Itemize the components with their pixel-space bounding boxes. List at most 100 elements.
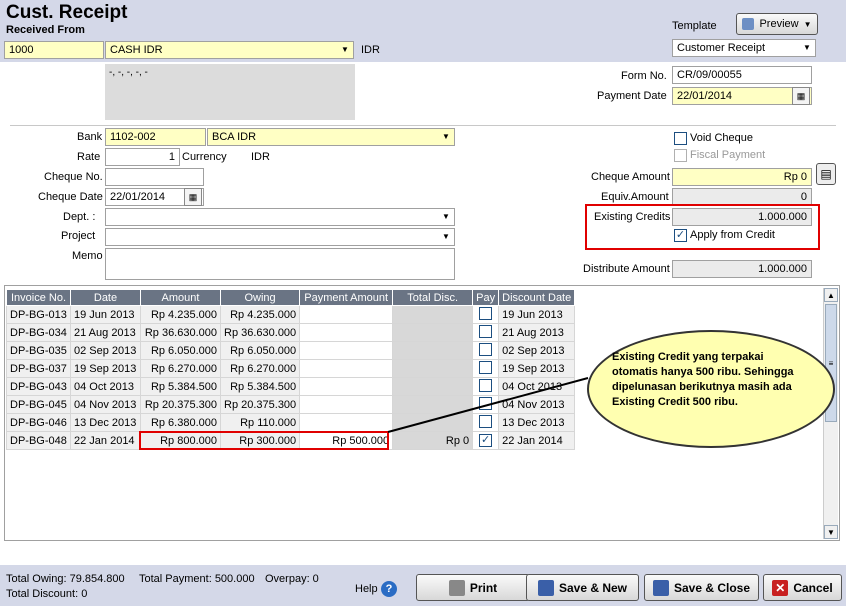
col-discount-date[interactable]: Discount Date	[498, 289, 576, 306]
col-pay[interactable]: Pay	[472, 289, 500, 306]
form-no-label: Form No.	[621, 70, 667, 82]
page-title: Cust. Receipt	[6, 2, 128, 23]
help-label: Help	[355, 583, 378, 595]
scroll-up-icon[interactable]: ▲	[824, 288, 838, 302]
payment-amount-cell[interactable]	[299, 413, 394, 432]
pay-checkbox[interactable]	[479, 306, 493, 320]
table-row[interactable]: DP-BG-035 02 Sep 2013 Rp 6.050.000 Rp 6.050…	[6, 341, 576, 360]
total-disc-cell	[392, 305, 474, 324]
table-row[interactable]: DP-BG-034 21 Aug 2013 Rp 36.630.000 Rp 36.6…	[6, 323, 576, 342]
invoice-no-cell: DP-BG-045	[6, 395, 71, 414]
col-invoice-no[interactable]: Invoice No.	[6, 289, 71, 306]
save-icon	[537, 579, 554, 596]
save-new-button[interactable]: Save & New	[526, 574, 639, 601]
date-cell: 19 Sep 2013	[70, 359, 141, 378]
memo-field[interactable]	[105, 248, 455, 280]
form-no-field[interactable]: CR/09/00055	[672, 66, 812, 84]
callout-pointer	[387, 377, 589, 433]
owing-cell: Rp 6.270.000	[219, 359, 301, 378]
dept-select[interactable]: ▼	[105, 208, 455, 226]
invoice-no-cell: DP-BG-035	[6, 341, 71, 360]
date-cell: 19 Jun 2013	[70, 305, 141, 324]
template-label: Template	[672, 20, 717, 32]
row-highlight	[139, 431, 389, 450]
rate-field[interactable]: 1	[105, 148, 180, 166]
payment-amount-cell[interactable]	[299, 341, 394, 360]
existing-credits-field: 1.000.000	[672, 208, 812, 226]
chevron-down-icon: ▼	[803, 43, 811, 52]
save-close-button[interactable]: Save & Close	[644, 574, 759, 601]
table-row[interactable]: DP-BG-013 19 Jun 2013 Rp 4.235.000 Rp 4.235…	[6, 305, 576, 324]
payment-date-field[interactable]: 22/01/2014	[672, 87, 812, 105]
col-amount[interactable]: Amount	[140, 289, 221, 306]
void-cheque-checkbox[interactable]	[674, 132, 687, 145]
customer-name-value: CASH IDR	[110, 44, 163, 56]
pay-checkbox[interactable]	[479, 324, 493, 338]
payment-amount-cell[interactable]	[299, 359, 394, 378]
owing-cell: Rp 20.375.300	[219, 395, 301, 414]
help-icon[interactable]: ?	[381, 581, 397, 597]
col-total-disc[interactable]: Total Disc.	[392, 289, 474, 306]
fiscal-payment-checkbox[interactable]	[674, 149, 687, 162]
invoice-no-cell: DP-BG-048	[6, 431, 71, 450]
invoice-no-cell: DP-BG-043	[6, 377, 71, 396]
fiscal-payment-label: Fiscal Payment	[690, 149, 766, 161]
payment-amount-cell[interactable]	[299, 377, 394, 396]
payment-amount-cell[interactable]	[299, 323, 394, 342]
customer-name-select[interactable]: CASH IDR ▼	[105, 41, 354, 59]
print-label: Print	[469, 580, 498, 595]
print-button[interactable]: Print	[416, 574, 530, 601]
project-select[interactable]: ▼	[105, 228, 455, 246]
invoice-no-cell: DP-BG-046	[6, 413, 71, 432]
bank-name-value: BCA IDR	[212, 131, 257, 143]
grid-scrollbar[interactable]: ▲ ≡ ▼	[823, 288, 838, 539]
pay-checkbox-cell[interactable]	[472, 341, 500, 360]
customer-currency: IDR	[361, 44, 380, 56]
amount-cell: Rp 6.380.000	[140, 413, 221, 432]
chevron-down-icon: ▼	[442, 232, 450, 241]
preview-label: Preview	[759, 18, 799, 30]
col-payment-amount[interactable]: Payment Amount	[299, 289, 394, 306]
scroll-down-icon[interactable]: ▼	[824, 525, 838, 539]
payment-amount-cell[interactable]	[299, 395, 394, 414]
rate-label: Rate	[77, 151, 101, 163]
template-select[interactable]: Customer Receipt ▼	[672, 39, 816, 57]
save-close-label: Save & Close	[673, 580, 751, 595]
date-cell: 04 Nov 2013	[70, 395, 141, 414]
pay-checkbox-cell[interactable]	[472, 305, 500, 324]
address-text: -, -, -, -, -	[109, 67, 148, 78]
col-date[interactable]: Date	[70, 289, 141, 306]
chevron-down-icon: ▼	[442, 212, 450, 221]
col-owing[interactable]: Owing	[219, 289, 301, 306]
total-payment: Total Payment: 500.000	[139, 573, 255, 585]
chevron-down-icon: ▼	[803, 19, 812, 29]
pay-checkbox[interactable]	[479, 342, 493, 356]
amount-cell: Rp 36.630.000	[140, 323, 221, 342]
date-cell: 04 Oct 2013	[70, 377, 141, 396]
save-icon	[652, 579, 669, 596]
pay-checkbox-cell[interactable]	[472, 323, 500, 342]
bank-label: Bank	[77, 131, 103, 143]
owing-cell: Rp 110.000	[219, 413, 301, 432]
cheque-amount-field[interactable]: Rp 0	[672, 168, 812, 186]
calendar-icon[interactable]: ▦	[792, 87, 810, 105]
preview-button[interactable]: Preview ▼	[736, 13, 818, 35]
dept-label: Dept. :	[63, 211, 96, 223]
payment-date-label: Payment Date	[597, 90, 667, 102]
template-value: Customer Receipt	[677, 42, 766, 54]
cheque-no-field[interactable]	[105, 168, 204, 186]
printer-icon	[448, 579, 465, 596]
cancel-button[interactable]: ✕ Cancel	[763, 574, 842, 601]
calendar-icon[interactable]: ▦	[184, 188, 202, 206]
bank-name-select[interactable]: BCA IDR ▼	[207, 128, 455, 146]
calculator-icon[interactable]: ▤	[816, 163, 836, 185]
invoice-no-cell: DP-BG-034	[6, 323, 71, 342]
customer-code-field[interactable]: 1000	[4, 41, 104, 59]
payment-amount-cell[interactable]	[299, 305, 394, 324]
overpay: Overpay: 0	[265, 573, 319, 585]
owing-cell: Rp 5.384.500	[219, 377, 301, 396]
project-label: Project	[61, 230, 96, 242]
total-discount: Total Discount: 0	[6, 588, 88, 600]
bank-code-field[interactable]: 1102-002	[105, 128, 206, 146]
apply-from-credit-checkbox[interactable]: ✓	[674, 229, 687, 242]
